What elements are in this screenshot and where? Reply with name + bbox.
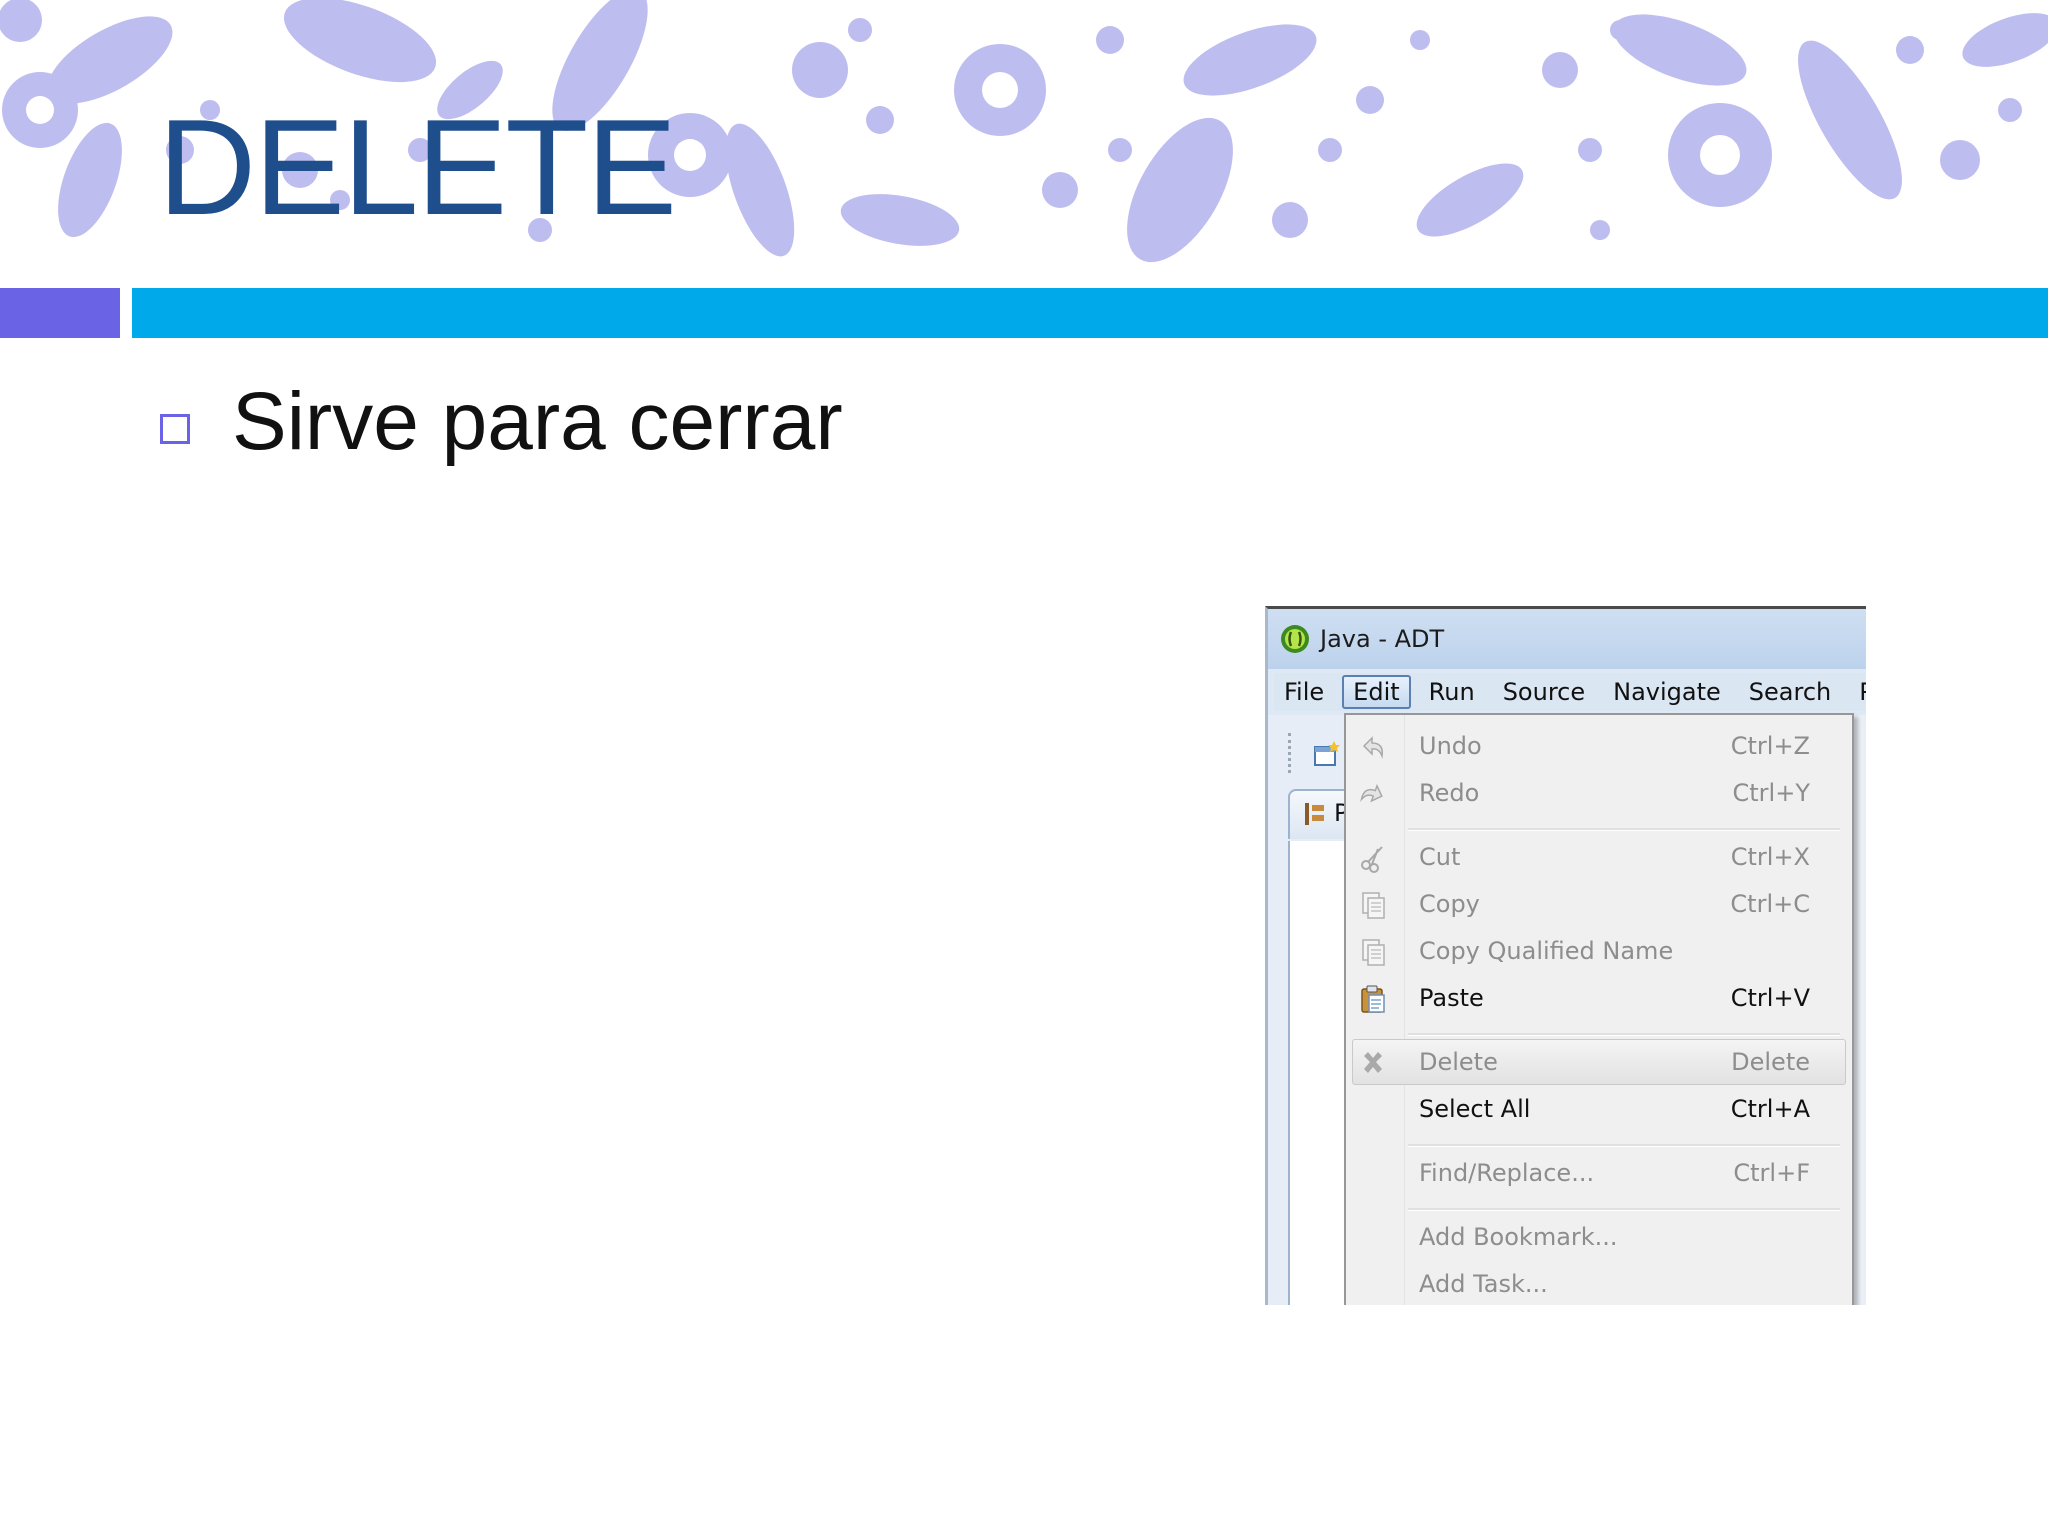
menu-item-shortcut: Ctrl+Z <box>1730 732 1810 760</box>
package-explorer-icon <box>1305 803 1324 825</box>
window-title: Java - ADT <box>1320 625 1445 653</box>
menu-item-shortcut: Ctrl+C <box>1730 890 1810 918</box>
eclipse-adt-icon <box>1281 625 1309 653</box>
menu-item-undo[interactable]: Undo Ctrl+Z <box>1346 723 1852 769</box>
menu-separator <box>1408 1033 1840 1036</box>
menu-item-shortcut: Ctrl+A <box>1730 1095 1810 1123</box>
menu-item-label: Paste <box>1419 984 1484 1012</box>
menu-separator <box>1408 828 1840 831</box>
menu-run[interactable]: Run <box>1419 675 1485 709</box>
menu-item-shortcut: Delete <box>1731 1048 1810 1076</box>
editor-edge <box>1854 715 1866 1305</box>
menu-item-add-bookmark[interactable]: Add Bookmark... <box>1346 1214 1852 1260</box>
delete-x-icon <box>1364 1052 1382 1073</box>
menu-file[interactable]: File <box>1274 675 1334 709</box>
menu-bar: File Edit Run Source Navigate Search P <box>1274 673 1866 711</box>
menu-item-shortcut: Ctrl+V <box>1730 984 1810 1012</box>
menu-item-delete[interactable]: Delete Delete <box>1346 1039 1852 1085</box>
redo-icon <box>1360 783 1383 803</box>
menu-item-label: Cut <box>1419 843 1461 871</box>
edit-dropdown-menu: Undo Ctrl+Z Redo Ctrl+Y Cut Ctrl+X Copy … <box>1344 713 1854 1305</box>
menu-item-find-replace[interactable]: Find/Replace... Ctrl+F <box>1346 1150 1852 1196</box>
menu-edit[interactable]: Edit <box>1342 675 1411 709</box>
menu-source[interactable]: Source <box>1493 675 1595 709</box>
copy-qualified-icon <box>1362 939 1385 966</box>
accent-bar-purple <box>0 288 120 338</box>
menu-item-label: Select All <box>1419 1095 1531 1123</box>
menu-item-label: Add Task... <box>1419 1270 1548 1298</box>
toolbar-grip[interactable] <box>1288 733 1293 773</box>
menu-item-paste[interactable]: Paste Ctrl+V <box>1346 975 1852 1021</box>
menu-item-label: Find/Replace... <box>1419 1159 1595 1187</box>
undo-icon <box>1362 736 1384 759</box>
menu-item-label: Copy <box>1419 890 1480 918</box>
menu-search[interactable]: Search <box>1739 675 1841 709</box>
menu-item-shortcut: Ctrl+Y <box>1732 779 1810 807</box>
menu-item-shortcut: Ctrl+X <box>1730 843 1810 871</box>
copy-icon <box>1362 892 1385 919</box>
menu-item-copy-qualified-name[interactable]: Copy Qualified Name <box>1346 928 1852 974</box>
menu-item-label: Copy Qualified Name <box>1419 937 1674 965</box>
menu-item-label: Redo <box>1419 779 1480 807</box>
menu-item-label: Undo <box>1419 732 1482 760</box>
menu-item-copy[interactable]: Copy Ctrl+C <box>1346 881 1852 927</box>
menu-item-select-all[interactable]: Select All Ctrl+A <box>1346 1086 1852 1132</box>
menu-item-cut[interactable]: Cut Ctrl+X <box>1346 834 1852 880</box>
bullet-item: Sirve para cerrar <box>160 372 843 472</box>
new-wizard-icon[interactable] <box>1312 739 1342 769</box>
menu-item-redo[interactable]: Redo Ctrl+Y <box>1346 770 1852 816</box>
square-bullet-icon <box>160 414 190 444</box>
menu-item-label: Delete <box>1419 1048 1498 1076</box>
paste-icon <box>1361 985 1385 1013</box>
slide-title: DELETE <box>158 91 677 243</box>
menu-project[interactable]: P <box>1849 675 1866 709</box>
menu-item-label: Add Bookmark... <box>1419 1223 1618 1251</box>
menu-navigate[interactable]: Navigate <box>1603 675 1731 709</box>
scissors-icon <box>1361 846 1383 873</box>
window-titlebar: Java - ADT <box>1268 609 1866 669</box>
menu-item-shortcut: Ctrl+F <box>1733 1159 1810 1187</box>
ide-screenshot: Java - ADT File Edit Run Source Navigate… <box>1265 606 1866 1305</box>
accent-bar-blue <box>132 288 2048 338</box>
menu-separator <box>1408 1208 1840 1211</box>
menu-separator <box>1408 1144 1840 1147</box>
bullet-text: Sirve para cerrar <box>232 376 843 467</box>
menu-item-add-task[interactable]: Add Task... <box>1346 1261 1852 1305</box>
